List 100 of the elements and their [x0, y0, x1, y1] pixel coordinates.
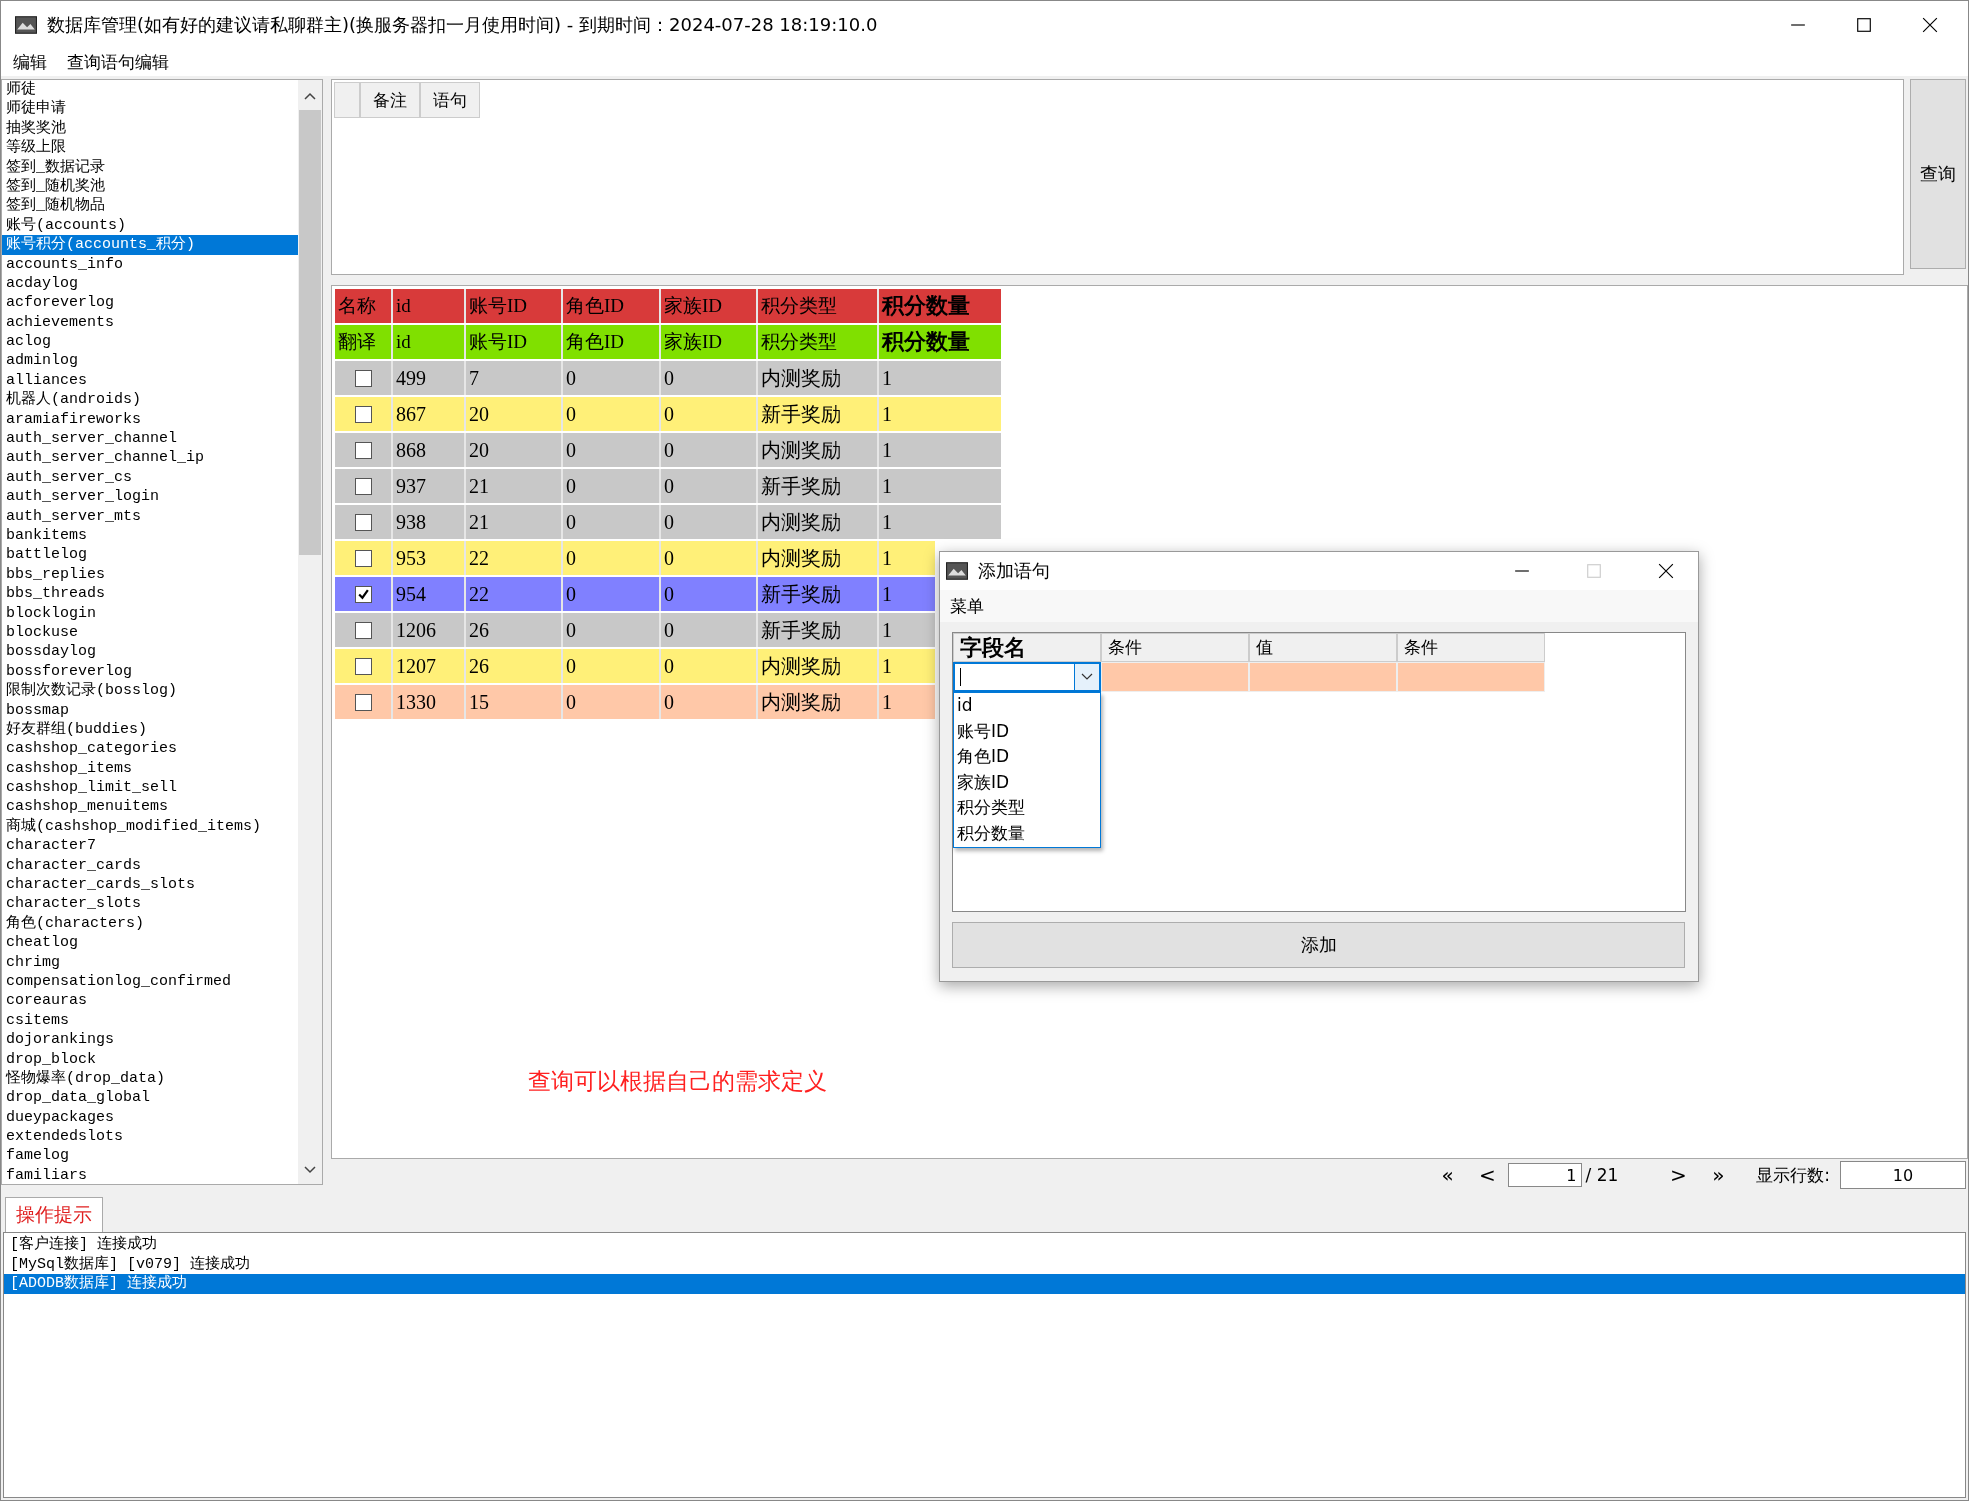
table-list-item[interactable]: dueypackages	[2, 1107, 298, 1128]
scroll-down-icon[interactable]	[304, 1166, 316, 1174]
table-list-item[interactable]: coreauras	[2, 991, 298, 1011]
row-checkbox[interactable]	[354, 585, 372, 603]
table-list-item[interactable]: aclog	[2, 332, 298, 352]
table-list-item[interactable]: chrimg	[2, 952, 298, 972]
table-list-item[interactable]: 账号积分(accounts_积分)	[2, 235, 298, 255]
table-row[interactable]: 1207 26 0 0 内测奖励 1	[335, 649, 935, 683]
table-row[interactable]: 937 21 0 0 新手奖励 1	[335, 469, 1001, 503]
table-row[interactable]: 1206 26 0 0 新手奖励 1	[335, 613, 935, 647]
scrollbar-thumb[interactable]	[299, 110, 321, 555]
row-checkbox[interactable]	[354, 441, 372, 459]
table-list-item[interactable]: auth_server_cs	[2, 467, 298, 488]
close-icon[interactable]	[1658, 563, 1674, 579]
table-list-item[interactable]: character_cards	[2, 855, 298, 875]
add-button[interactable]: 添加	[952, 922, 1685, 968]
dropdown-option[interactable]: 角色ID	[954, 744, 1100, 770]
table-list-item[interactable]: bossdaylog	[2, 642, 298, 662]
table-list-item[interactable]: achievements	[2, 312, 298, 333]
table-list-item[interactable]: bossforeverlog	[2, 661, 298, 682]
previous-page-button[interactable]: <	[1467, 1163, 1508, 1187]
table-list-item[interactable]: 签到_随机物品	[2, 196, 298, 216]
row-checkbox[interactable]	[354, 477, 372, 495]
menu-item[interactable]: 查询语句编辑	[67, 50, 169, 74]
row-checkbox[interactable]	[354, 621, 372, 639]
last-page-button[interactable]: »	[1698, 1163, 1739, 1187]
table-list-item[interactable]: acdaylog	[2, 273, 298, 294]
table-list-item[interactable]: cheatlog	[2, 933, 298, 953]
table-row[interactable]: 938 21 0 0 内测奖励 1	[335, 505, 1001, 539]
table-list-item[interactable]: 等级上限	[2, 138, 298, 158]
table-row[interactable]: 1330 15 0 0 内测奖励 1	[335, 685, 935, 719]
grid-cell[interactable]	[1397, 662, 1545, 692]
row-checkbox[interactable]	[354, 369, 372, 387]
rows-field[interactable]: 10	[1840, 1161, 1966, 1189]
row-checkbox[interactable]	[354, 513, 372, 531]
table-list-item[interactable]: adminlog	[2, 351, 298, 371]
grid-cell[interactable]	[1249, 662, 1397, 692]
dropdown-option[interactable]: id	[954, 693, 1100, 719]
table-list-item[interactable]: 机器人(androids)	[2, 390, 298, 410]
table-list-item[interactable]: character_cards_slots	[2, 875, 298, 895]
table-list-item[interactable]: drop_block	[2, 1049, 298, 1069]
dropdown-option[interactable]: 积分数量	[954, 820, 1100, 847]
grid-cell[interactable]	[1101, 662, 1249, 692]
table-list-item[interactable]: familiars	[2, 1165, 298, 1184]
row-checkbox[interactable]	[354, 693, 372, 711]
table-list-item[interactable]: character_slots	[2, 894, 298, 914]
scroll-up-icon[interactable]	[304, 92, 316, 100]
dropdown-button[interactable]	[1074, 664, 1099, 690]
table-list-item[interactable]: 师徒	[2, 80, 298, 100]
table-list-item[interactable]: drop_data_global	[2, 1088, 298, 1108]
table-list-item[interactable]: auth_server_mts	[2, 506, 298, 526]
table-list-item[interactable]: 签到_数据记录	[2, 157, 298, 177]
close-icon[interactable]	[1922, 16, 1938, 33]
dropdown-option[interactable]: 账号ID	[954, 718, 1100, 745]
table-row[interactable]: 953 22 0 0 内测奖励 1	[335, 541, 935, 575]
table-list-item[interactable]: 怪物爆率(drop_data)	[2, 1068, 298, 1089]
table-list-item[interactable]: blockuse	[2, 622, 298, 643]
table-list-item[interactable]: 签到_随机奖池	[2, 176, 298, 197]
table-list-item[interactable]: 好友群组(buddies)	[2, 719, 298, 740]
dropdown-option[interactable]: 家族ID	[954, 769, 1100, 796]
row-checkbox[interactable]	[354, 405, 372, 423]
dropdown-option[interactable]: 积分类型	[954, 795, 1100, 821]
table-list-item[interactable]: bbs_threads	[2, 584, 298, 604]
table-list-item[interactable]: bankitems	[2, 526, 298, 546]
row-checkbox[interactable]	[354, 549, 372, 567]
scrollbar[interactable]	[298, 80, 322, 1184]
table-list-item[interactable]: battlelog	[2, 545, 298, 565]
table-list-item[interactable]: auth_server_login	[2, 487, 298, 507]
table-list-item[interactable]: 限制次数记录(bosslog)	[2, 681, 298, 701]
table-list-item[interactable]: auth_server_channel	[2, 429, 298, 449]
table-list-item[interactable]: 师徒申请	[2, 99, 298, 119]
table-list-item[interactable]: cashshop_limit_sell	[2, 778, 298, 798]
table-row[interactable]: 868 20 0 0 内测奖励 1	[335, 433, 1001, 467]
column-header[interactable]: 语句	[420, 82, 480, 118]
table-list-item[interactable]: dojorankings	[2, 1030, 298, 1050]
maximize-icon[interactable]	[1856, 16, 1872, 33]
query-button[interactable]: 查询	[1910, 79, 1966, 269]
table-list-item[interactable]: csitems	[2, 1010, 298, 1031]
table-list-item[interactable]: aramiafireworks	[2, 409, 298, 430]
table-list-item[interactable]: cashshop_items	[2, 758, 298, 779]
column-header[interactable]: 备注	[360, 82, 420, 118]
table-list-item[interactable]: 角色(characters)	[2, 913, 298, 934]
table-list-item[interactable]: 账号(accounts)	[2, 215, 298, 236]
table-list-item[interactable]: extendedslots	[2, 1127, 298, 1147]
table-list-item[interactable]: accounts_info	[2, 254, 298, 274]
first-page-button[interactable]: «	[1427, 1163, 1468, 1187]
table-list-item[interactable]: bbs_replies	[2, 564, 298, 585]
table-list-item[interactable]: famelog	[2, 1146, 298, 1166]
table-list-item[interactable]: 商城(cashshop_modified_items)	[2, 816, 298, 837]
table-list-item[interactable]: blocklogin	[2, 603, 298, 623]
log-line[interactable]: [MySql数据库] [v079] 连接成功	[4, 1254, 1965, 1274]
table-list-item[interactable]: compensationlog_confirmed	[2, 971, 298, 992]
table-row[interactable]: 954 22 0 0 新手奖励 1	[335, 577, 935, 611]
menu-item[interactable]: 编辑	[13, 50, 47, 74]
table-list-item[interactable]: alliances	[2, 370, 298, 391]
log-line[interactable]: [客户连接] 连接成功	[4, 1235, 1965, 1255]
table-list-item[interactable]: character7	[2, 836, 298, 856]
table-list-item[interactable]: 抽奖奖池	[2, 118, 298, 139]
tab[interactable]: 操作提示	[5, 1197, 103, 1232]
table-list-item[interactable]: bossmap	[2, 700, 298, 720]
